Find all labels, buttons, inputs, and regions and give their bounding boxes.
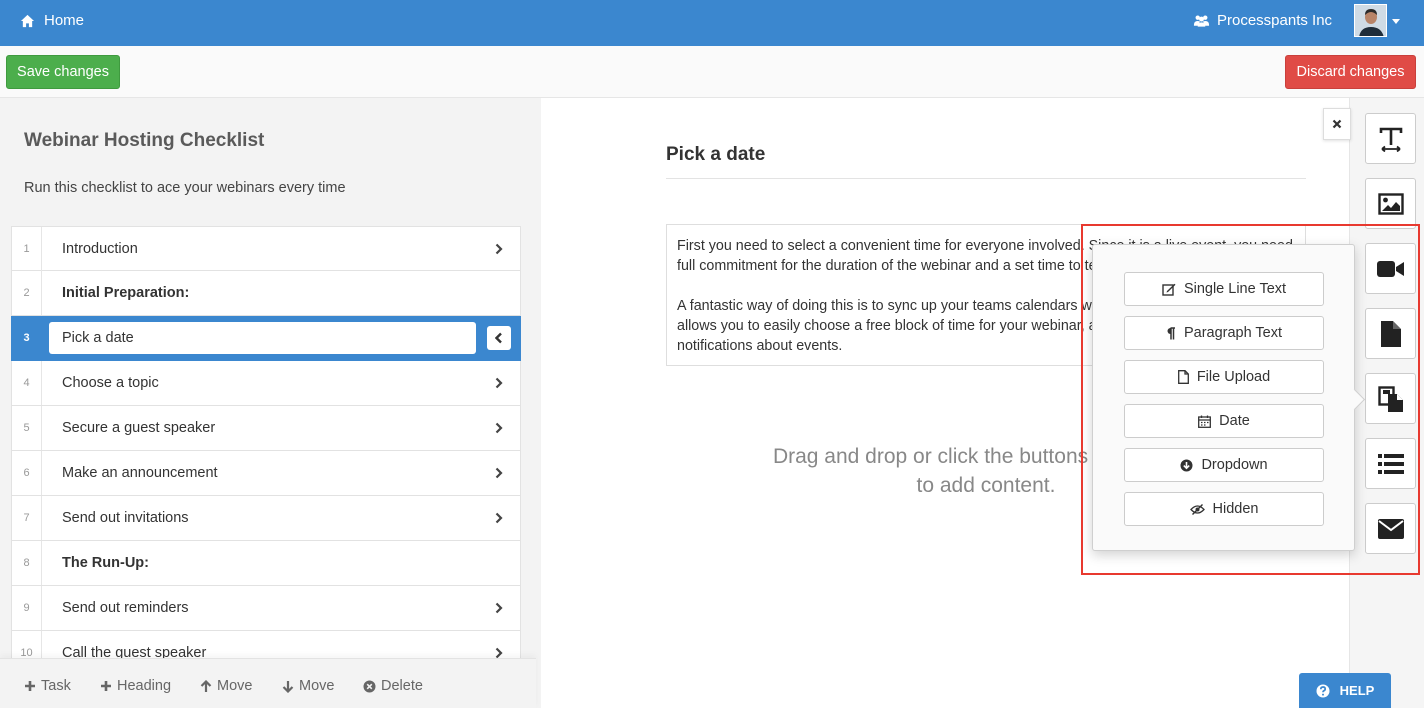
home-label: Home bbox=[44, 12, 85, 29]
help-button[interactable]: HELP bbox=[1299, 673, 1391, 708]
task-label: Pick a date bbox=[62, 330, 134, 346]
add-task-button[interactable]: Task bbox=[24, 678, 71, 694]
task-row[interactable]: 6 Make an announcement bbox=[11, 451, 521, 496]
task-toolbar: Task Heading Move Move Delete bbox=[0, 658, 536, 708]
arrow-up-icon bbox=[200, 679, 212, 692]
organization-name: Processpants Inc bbox=[1217, 12, 1333, 29]
task-label: Introduction bbox=[62, 241, 138, 257]
arrow-down-icon bbox=[282, 680, 294, 693]
task-label: Choose a topic bbox=[62, 375, 159, 391]
home-icon bbox=[20, 14, 35, 27]
task-number: 7 bbox=[12, 496, 42, 540]
chevron-right-icon bbox=[495, 467, 503, 479]
save-changes-button[interactable]: Save changes bbox=[6, 55, 120, 89]
task-label: Send out invitations bbox=[62, 510, 189, 526]
collapse-task-button[interactable] bbox=[487, 326, 511, 350]
add-task-label: Task bbox=[41, 678, 71, 694]
chevron-right-icon bbox=[495, 422, 503, 434]
users-icon bbox=[1193, 15, 1210, 27]
task-row[interactable]: 1 Introduction bbox=[11, 226, 521, 271]
chevron-right-icon bbox=[495, 377, 503, 389]
task-number: 5 bbox=[12, 406, 42, 450]
image-icon bbox=[1377, 192, 1404, 215]
organization-menu[interactable]: Processpants Inc bbox=[1193, 12, 1332, 29]
task-label: Secure a guest speaker bbox=[62, 420, 216, 436]
task-row-active[interactable]: 3 Pick a date bbox=[11, 316, 521, 361]
delete-icon bbox=[363, 680, 376, 692]
action-bar: Save changes Discard changes bbox=[0, 46, 1424, 98]
chevron-right-icon bbox=[495, 243, 503, 255]
checklist-panel: Webinar Hosting Checklist Run this check… bbox=[0, 98, 541, 708]
help-label: HELP bbox=[1339, 683, 1375, 698]
task-row[interactable]: 9 Send out reminders bbox=[11, 586, 521, 631]
checklist-description[interactable]: Run this checklist to ace your webinars … bbox=[24, 180, 346, 196]
add-heading-label: Heading bbox=[117, 678, 172, 694]
discard-changes-button[interactable]: Discard changes bbox=[1285, 55, 1416, 89]
move-down-label: Move bbox=[299, 678, 335, 694]
top-navbar: Home Processpants Inc bbox=[0, 0, 1424, 46]
checklist-title[interactable]: Webinar Hosting Checklist bbox=[24, 130, 264, 152]
task-number: 8 bbox=[12, 541, 42, 585]
task-number: 9 bbox=[12, 586, 42, 630]
chevron-right-icon bbox=[495, 602, 503, 614]
add-text-button[interactable] bbox=[1365, 113, 1416, 164]
task-title[interactable]: Pick a date bbox=[666, 144, 765, 166]
user-avatar-icon bbox=[1355, 5, 1386, 36]
heading-row[interactable]: 8 The Run-Up: bbox=[11, 541, 521, 586]
close-toolbar-button[interactable] bbox=[1323, 108, 1351, 140]
task-list: 1 Introduction 2 Initial Preparation: 3 … bbox=[11, 226, 521, 676]
add-heading-button[interactable]: Heading bbox=[100, 678, 171, 694]
task-number: 1 bbox=[12, 227, 42, 271]
divider bbox=[666, 178, 1306, 179]
question-circle-icon bbox=[1316, 684, 1330, 697]
move-down-button[interactable]: Move bbox=[282, 678, 334, 694]
delete-button[interactable]: Delete bbox=[363, 678, 423, 694]
heading-label: The Run-Up: bbox=[62, 555, 149, 571]
move-up-button[interactable]: Move bbox=[200, 678, 252, 694]
close-icon bbox=[1332, 119, 1342, 129]
task-label: Make an announcement bbox=[62, 465, 218, 481]
task-number: 2 bbox=[12, 271, 42, 315]
home-link[interactable]: Home bbox=[20, 12, 84, 29]
task-number: 6 bbox=[12, 451, 42, 495]
move-up-label: Move bbox=[217, 678, 253, 694]
chevron-left-icon bbox=[495, 332, 502, 344]
heading-label: Initial Preparation: bbox=[62, 285, 190, 301]
heading-row[interactable]: 2 Initial Preparation: bbox=[11, 271, 521, 316]
task-number: 4 bbox=[12, 361, 42, 405]
plus-icon bbox=[25, 681, 35, 691]
task-row[interactable]: 4 Choose a topic bbox=[11, 361, 521, 406]
task-label: Send out reminders bbox=[62, 600, 189, 616]
chevron-right-icon bbox=[495, 512, 503, 524]
task-row[interactable]: 5 Secure a guest speaker bbox=[11, 406, 521, 451]
chevron-down-icon[interactable] bbox=[1392, 19, 1400, 24]
task-number: 3 bbox=[12, 316, 42, 360]
delete-label: Delete bbox=[381, 678, 423, 694]
highlight-box bbox=[1081, 224, 1420, 575]
task-row[interactable]: 7 Send out invitations bbox=[11, 496, 521, 541]
plus-icon bbox=[101, 681, 111, 691]
avatar[interactable] bbox=[1354, 4, 1387, 37]
text-icon bbox=[1379, 127, 1402, 152]
add-image-button[interactable] bbox=[1365, 178, 1416, 229]
